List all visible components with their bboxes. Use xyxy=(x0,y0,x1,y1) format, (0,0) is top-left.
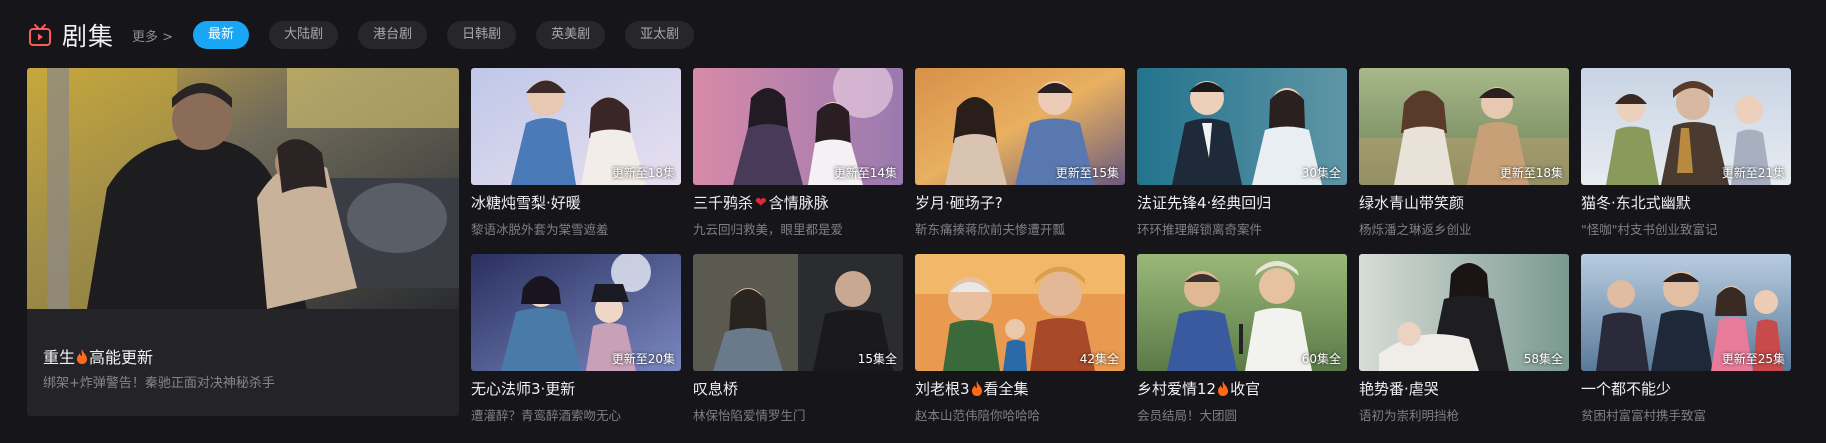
show-title[interactable]: 乡村爱情12 收官 xyxy=(1137,378,1347,399)
feature-description: 绑架+炸弹警告！秦驰正面对决神秘杀手 xyxy=(43,376,275,391)
show-title-suffix: 收官 xyxy=(1230,380,1261,398)
episode-badge: 更新至18集 xyxy=(1499,166,1563,180)
tab-jp-kr[interactable]: 日韩剧 xyxy=(447,21,517,49)
show-card[interactable]: 更新至18集 冰糖炖雪梨·好暖 黎语冰脱外套为棠雪遮羞 xyxy=(471,68,681,238)
show-description: 贫困村富富村携手致富 xyxy=(1581,408,1707,423)
show-title[interactable]: 艳势番·虐哭 xyxy=(1359,378,1569,399)
show-title-suffix: 含情脉脉 xyxy=(768,194,829,212)
show-thumbnail[interactable]: 42集全 xyxy=(915,254,1125,371)
show-thumbnail[interactable]: 30集全 xyxy=(1137,68,1347,185)
show-card[interactable]: 更新至21集 猫冬·东北式幽默 "怪咖"村支书创业致富记 xyxy=(1581,68,1791,238)
show-card[interactable]: 更新至18集 绿水青山带笑颜 杨烁潘之琳返乡创业 xyxy=(1359,68,1569,238)
show-title[interactable]: 绿水青山带笑颜 xyxy=(1359,192,1569,213)
heart-icon: ❤ xyxy=(755,194,767,211)
show-card[interactable]: 60集全 乡村爱情12 收官 会员结局！大团圆 xyxy=(1137,254,1347,424)
show-description: 黎语冰脱外套为棠雪遮羞 xyxy=(471,222,609,237)
feature-title[interactable]: 重生 高能更新 xyxy=(43,344,153,368)
show-card[interactable]: 更新至25集 一个都不能少 贫困村富富村携手致富 xyxy=(1581,254,1791,424)
show-title[interactable]: 岁月·砸场子? xyxy=(915,192,1125,213)
tab-asia-pacific[interactable]: 亚太剧 xyxy=(625,21,695,49)
episode-badge: 更新至21集 xyxy=(1721,166,1785,180)
show-card[interactable]: 更新至14集 三千鸦杀 ❤ 含情脉脉 九云回归救美，眼里都是爱 xyxy=(693,68,903,238)
show-thumbnail[interactable]: 更新至18集 xyxy=(1359,68,1569,185)
fire-icon xyxy=(1217,381,1229,396)
show-thumbnail[interactable]: 60集全 xyxy=(1137,254,1347,371)
section-header: 剧集 更多 > 最新 大陆剧 港台剧 日韩剧 英美剧 亚太剧 xyxy=(28,16,714,54)
tab-mainland[interactable]: 大陆剧 xyxy=(269,21,339,49)
show-card[interactable]: 42集全 刘老根3 看全集 赵本山范伟陪你哈哈哈 xyxy=(915,254,1125,424)
episode-badge: 更新至25集 xyxy=(1721,352,1785,366)
show-description: "怪咖"村支书创业致富记 xyxy=(1581,222,1718,237)
show-card[interactable]: 30集全 法证先锋4·经典回归 环环推理解锁离奇案件 xyxy=(1137,68,1347,238)
show-thumbnail[interactable]: 更新至25集 xyxy=(1581,254,1791,371)
show-thumbnail[interactable]: 更新至14集 xyxy=(693,68,903,185)
show-thumbnail[interactable]: 58集全 xyxy=(1359,254,1569,371)
episode-badge: 更新至18集 xyxy=(611,166,675,180)
show-description: 靳东痛揍蒋欣前夫惨遭开瓢 xyxy=(915,222,1066,237)
feature-card[interactable]: 重生 高能更新 绑架+炸弹警告！秦驰正面对决神秘杀手 xyxy=(27,68,459,416)
show-title-suffix: 看全集 xyxy=(983,380,1029,398)
fire-icon xyxy=(971,381,983,396)
show-thumbnail[interactable]: 15集全 xyxy=(693,254,903,371)
episode-badge: 更新至15集 xyxy=(1055,166,1119,180)
more-link[interactable]: 更多 > xyxy=(132,26,173,45)
episode-badge: 58集全 xyxy=(1523,352,1563,366)
show-description: 会员结局！大团圆 xyxy=(1137,408,1238,423)
episode-badge: 60集全 xyxy=(1301,352,1341,366)
show-thumbnail[interactable]: 更新至20集 xyxy=(471,254,681,371)
show-card[interactable]: 更新至15集 岁月·砸场子? 靳东痛揍蒋欣前夫惨遭开瓢 xyxy=(915,68,1125,238)
drama-section: 剧集 更多 > 最新 大陆剧 港台剧 日韩剧 英美剧 亚太剧 重生 高能更新 绑… xyxy=(0,0,1826,443)
show-description: 遭灌醉？青鸾醉酒索吻无心 xyxy=(471,408,622,423)
episode-badge: 42集全 xyxy=(1079,352,1119,366)
show-title-text: 三千鸦杀 xyxy=(693,194,754,212)
episode-badge: 15集全 xyxy=(857,352,897,366)
show-title[interactable]: 叹息桥 xyxy=(693,378,903,399)
show-title[interactable]: 一个都不能少 xyxy=(1581,378,1791,399)
tab-hk-tw[interactable]: 港台剧 xyxy=(358,21,428,49)
episode-badge: 更新至20集 xyxy=(611,352,675,366)
show-title[interactable]: 刘老根3 看全集 xyxy=(915,378,1125,399)
episode-badge: 更新至14集 xyxy=(833,166,897,180)
show-thumbnail[interactable]: 更新至15集 xyxy=(915,68,1125,185)
section-title: 剧集 xyxy=(62,22,115,51)
show-card[interactable]: 15集全 叹息桥 林保怡陷爱情罗生门 xyxy=(693,254,903,424)
tab-latest[interactable]: 最新 xyxy=(193,21,250,49)
show-description: 赵本山范伟陪你哈哈哈 xyxy=(915,408,1041,423)
show-title[interactable]: 三千鸦杀 ❤ 含情脉脉 xyxy=(693,192,903,213)
show-description: 九云回归救美，眼里都是爱 xyxy=(693,222,844,237)
show-description: 环环推理解锁离奇案件 xyxy=(1137,222,1263,237)
show-thumbnail[interactable]: 更新至21集 xyxy=(1581,68,1791,185)
show-description: 杨烁潘之琳返乡创业 xyxy=(1359,222,1472,237)
show-card[interactable]: 更新至20集 无心法师3·更新 遭灌醉？青鸾醉酒索吻无心 xyxy=(471,254,681,424)
episode-badge: 30集全 xyxy=(1301,166,1341,180)
show-title[interactable]: 冰糖炖雪梨·好暖 xyxy=(471,192,681,213)
show-title-text: 乡村爱情12 xyxy=(1137,380,1217,398)
fire-icon xyxy=(76,348,88,364)
feature-thumbnail[interactable] xyxy=(27,68,459,309)
tab-uk-us[interactable]: 英美剧 xyxy=(536,21,606,49)
feature-title-text: 重生 xyxy=(43,348,76,367)
show-description: 语初为崇利明挡枪 xyxy=(1359,408,1460,423)
show-card[interactable]: 58集全 艳势番·虐哭 语初为崇利明挡枪 xyxy=(1359,254,1569,424)
show-description: 林保怡陷爱情罗生门 xyxy=(693,408,806,423)
tv-icon xyxy=(28,23,52,47)
show-title[interactable]: 法证先锋4·经典回归 xyxy=(1137,192,1347,213)
show-title[interactable]: 猫冬·东北式幽默 xyxy=(1581,192,1791,213)
feature-title-suffix: 高能更新 xyxy=(89,348,154,367)
show-title-text: 刘老根3 xyxy=(915,380,970,398)
show-title[interactable]: 无心法师3·更新 xyxy=(471,378,681,399)
show-thumbnail[interactable]: 更新至18集 xyxy=(471,68,681,185)
